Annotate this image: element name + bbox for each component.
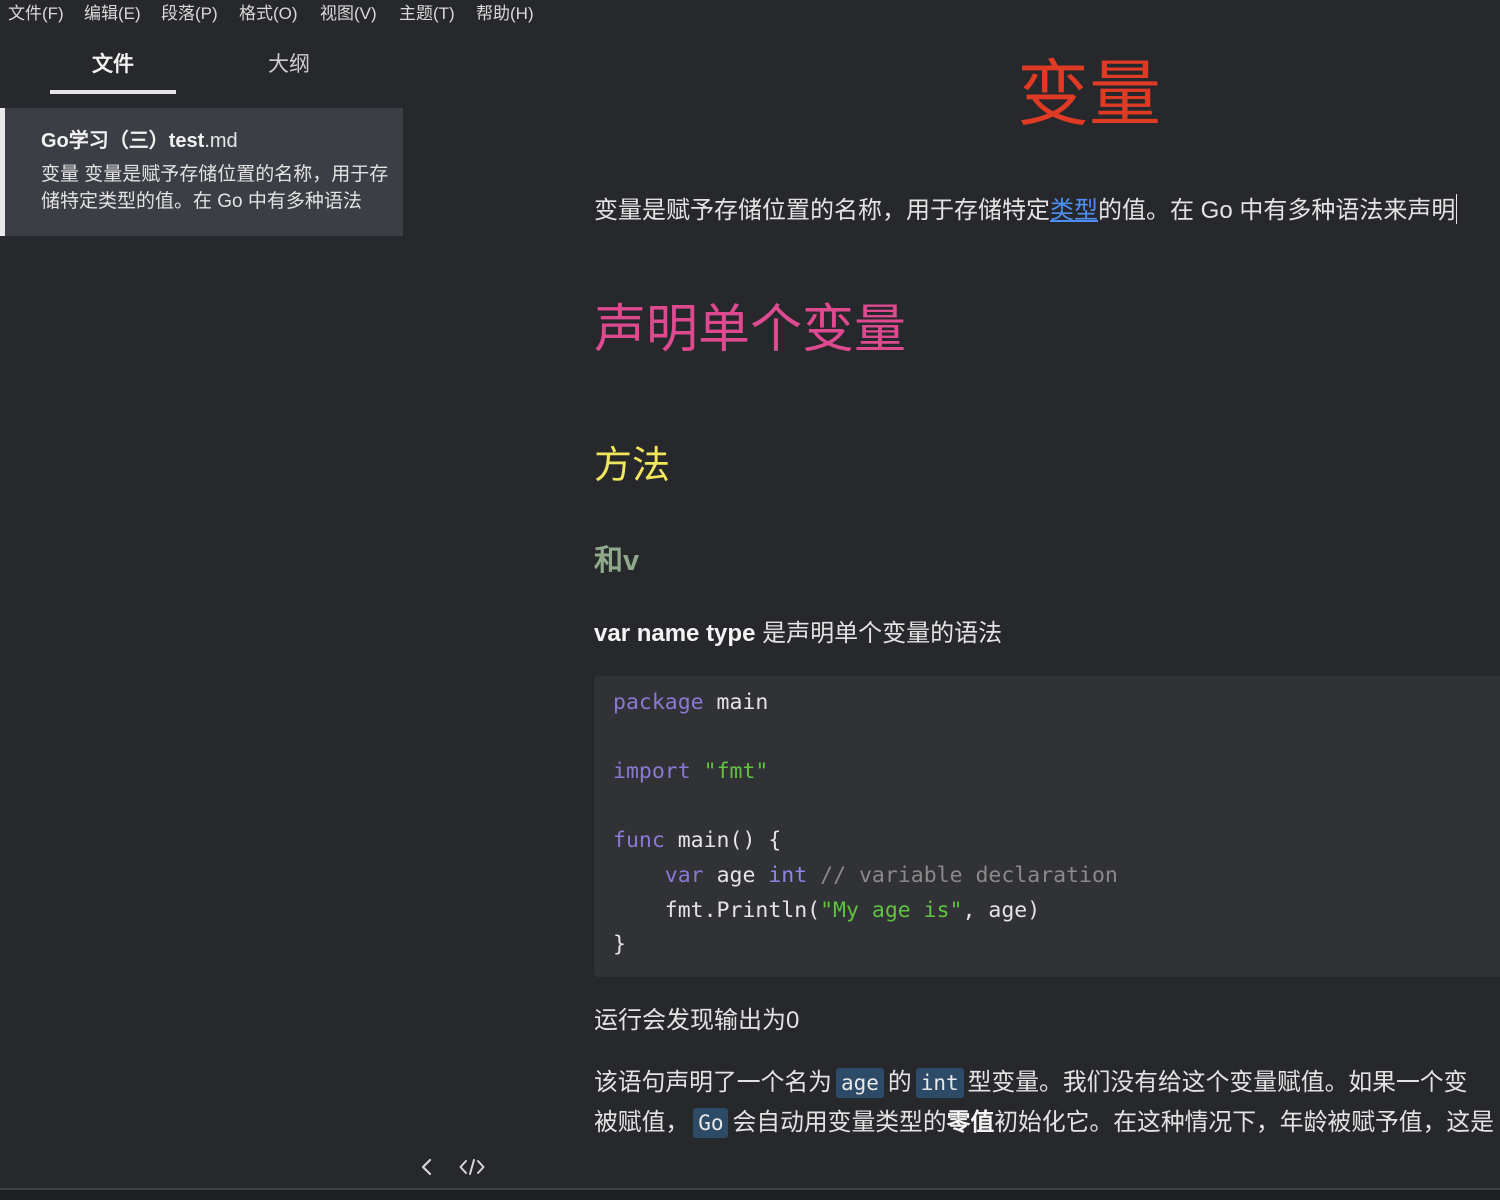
file-list-item[interactable]: Go学习（三）test.md 变量 变量是赋予存储位置的名称，用于存储特定类型的… <box>0 108 403 236</box>
file-name: Go学习（三）test <box>41 130 205 152</box>
inline-code: int <box>915 1068 964 1098</box>
link-type[interactable]: 类型 <box>1050 197 1098 224</box>
tab-files[interactable]: 文件 <box>50 40 176 94</box>
menu-theme[interactable]: 主题(T) <box>399 0 455 28</box>
bold-text: 零值 <box>946 1109 995 1136</box>
paragraph-line: 被赋值， Go 会自动用变量类型的零值初始化它。在这种情况下，年龄被赋予值，这是 <box>594 1103 1500 1143</box>
code-text: main <box>703 690 769 715</box>
paragraph-text: 会自动用变量类型的 <box>732 1109 947 1136</box>
code-text: fmt.Println( <box>613 897 821 923</box>
paragraph-text: 该语句声明了一个名为 <box>594 1069 832 1096</box>
file-extension: .md <box>204 130 238 152</box>
paragraph-output[interactable]: 运行会发现输出为0 <box>594 1003 1500 1039</box>
editor-area[interactable]: 变量 变量是赋予存储位置的名称，用于存储特定类型的值。在 Go 中有多种语法来声… <box>594 0 1500 1188</box>
code-text: main() { <box>664 828 782 854</box>
code-block[interactable]: package main import "fmt" func main() { va… <box>594 676 1500 977</box>
toggle-sidebar-button[interactable] <box>420 1158 434 1176</box>
paragraph-text: 的 <box>887 1069 912 1096</box>
code-keyword: func <box>613 828 665 854</box>
code-line: package main <box>613 686 1500 721</box>
code-keyword: package <box>613 690 704 715</box>
paragraph-syntax[interactable]: var name type 是声明单个变量的语法 <box>594 616 1500 652</box>
heading-1[interactable]: 变量 <box>594 52 1500 138</box>
code-line: import "fmt" <box>613 755 1500 790</box>
text-cursor <box>1456 194 1458 224</box>
code-text: } <box>613 932 626 958</box>
file-preview: 变量 变量是赋予存储位置的名称，用于存储特定类型的值。在 Go 中有多种语法 <box>41 164 389 212</box>
code-line: fmt.Println("My age is", age) <box>613 894 1500 929</box>
code-string: "fmt" <box>703 759 769 785</box>
paragraph-text: 初始化它。在这种情况下，年龄被赋予值，这是 <box>994 1109 1494 1136</box>
menu-paragraph[interactable]: 段落(P) <box>161 0 218 28</box>
code-keyword: var <box>664 862 704 888</box>
paragraph-line: 该语句声明了一个名为 age 的 int 型变量。我们没有给这个变量赋值。如果一个变 <box>594 1063 1500 1103</box>
paragraph-text: 被赋值， <box>594 1109 690 1136</box>
window-bottom-border <box>0 1188 1500 1200</box>
tab-outline[interactable]: 大纲 <box>226 40 352 94</box>
heading-3[interactable]: 方法 <box>594 442 1500 490</box>
code-text: age <box>703 862 769 888</box>
code-line: } <box>613 928 1500 963</box>
heading-2[interactable]: 声明单个变量 <box>594 298 1500 362</box>
inline-code: age <box>835 1068 884 1098</box>
bold-text: var name type <box>594 620 756 647</box>
paragraph-text: 型变量。我们没有给这个变量赋值。如果一个变 <box>967 1069 1468 1096</box>
code-string: "My age is" <box>820 897 963 923</box>
paragraph-explanation[interactable]: 该语句声明了一个名为 age 的 int 型变量。我们没有给这个变量赋值。如果一个变 被… <box>594 1063 1500 1143</box>
code-block-content: package main import "fmt" func main() { va… <box>613 686 1500 963</box>
file-title: Go学习（三）test.md <box>41 128 393 154</box>
menu-edit[interactable]: 编辑(E) <box>84 0 141 28</box>
code-icon <box>459 1159 485 1175</box>
menu-help[interactable]: 帮助(H) <box>476 0 534 28</box>
code-comment: // variable declaration <box>820 862 1118 888</box>
code-text: , age) <box>962 897 1041 923</box>
paragraph-intro[interactable]: 变量是赋予存储位置的名称，用于存储特定类型的值。在 Go 中有多种语法来声明 <box>594 193 1500 229</box>
paragraph-text: 变量是赋予存储位置的名称，用于存储特定 <box>594 197 1050 224</box>
inline-code: Go <box>693 1108 729 1138</box>
paragraph-text: 是声明单个变量的语法 <box>755 620 1003 647</box>
chevron-left-icon <box>421 1158 432 1176</box>
code-keyword: import <box>613 759 691 785</box>
code-line: var age int // variable declaration <box>613 859 1500 894</box>
menu-file[interactable]: 文件(F) <box>8 0 64 28</box>
paragraph-text: 的值。在 Go 中有多种语法来声明 <box>1098 197 1456 224</box>
heading-4[interactable]: 和v <box>594 542 1500 580</box>
sidebar: 文件 大纲 Go学习（三）test.md 变量 变量是赋予存储位置的名称，用于存… <box>0 28 403 1188</box>
source-code-mode-button[interactable] <box>459 1158 485 1176</box>
menu-view[interactable]: 视图(V) <box>320 0 377 28</box>
code-line: func main() { <box>613 824 1500 859</box>
menu-format[interactable]: 格式(O) <box>239 0 298 28</box>
code-type: int <box>768 862 808 888</box>
